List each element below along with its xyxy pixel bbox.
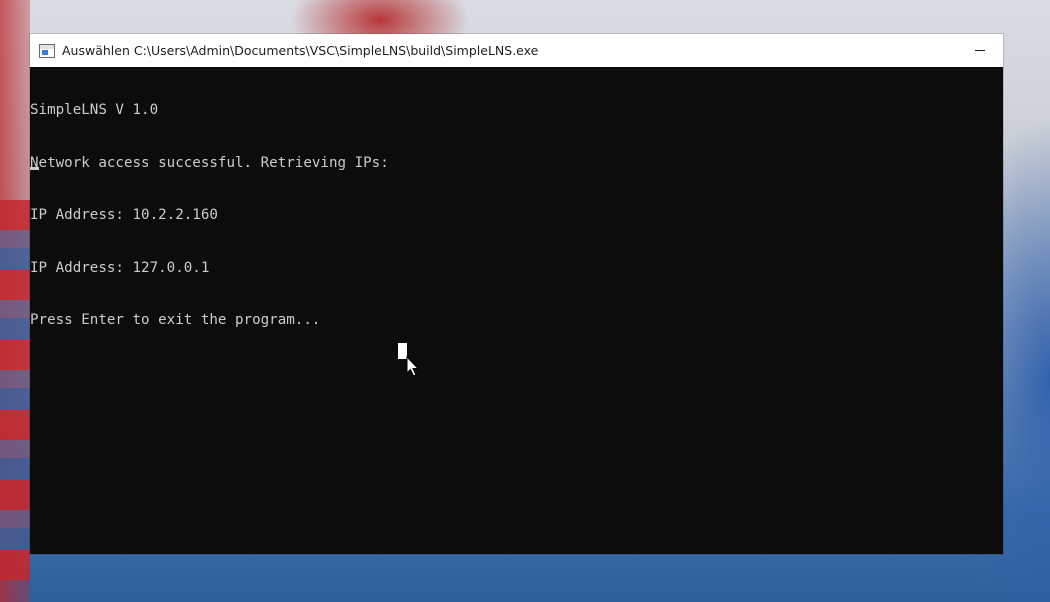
console-line: Network access successful. Retrieving IP… [30,154,389,171]
console-line: Press Enter to exit the program... [30,312,321,328]
window-title: Auswählen C:\Users\Admin\Documents\VSC\S… [62,43,539,58]
console-app-icon[interactable] [39,43,55,58]
title-bar[interactable]: Auswählen C:\Users\Admin\Documents\VSC\S… [30,34,1003,67]
console-line: SimpleLNS V 1.0 [30,102,159,118]
minimize-icon [975,50,985,51]
desktop-wallpaper-stripes [0,200,30,580]
console-window[interactable]: Auswählen C:\Users\Admin\Documents\VSC\S… [30,34,1003,554]
mouse-pointer-icon [398,343,420,377]
text-cursor [30,167,39,170]
console-output[interactable]: SimpleLNS V 1.0 Network access successfu… [30,67,1003,365]
console-line: IP Address: 10.2.2.160 [30,207,218,223]
console-line: IP Address: 127.0.0.1 [30,259,210,276]
minimize-button[interactable] [957,34,1003,67]
